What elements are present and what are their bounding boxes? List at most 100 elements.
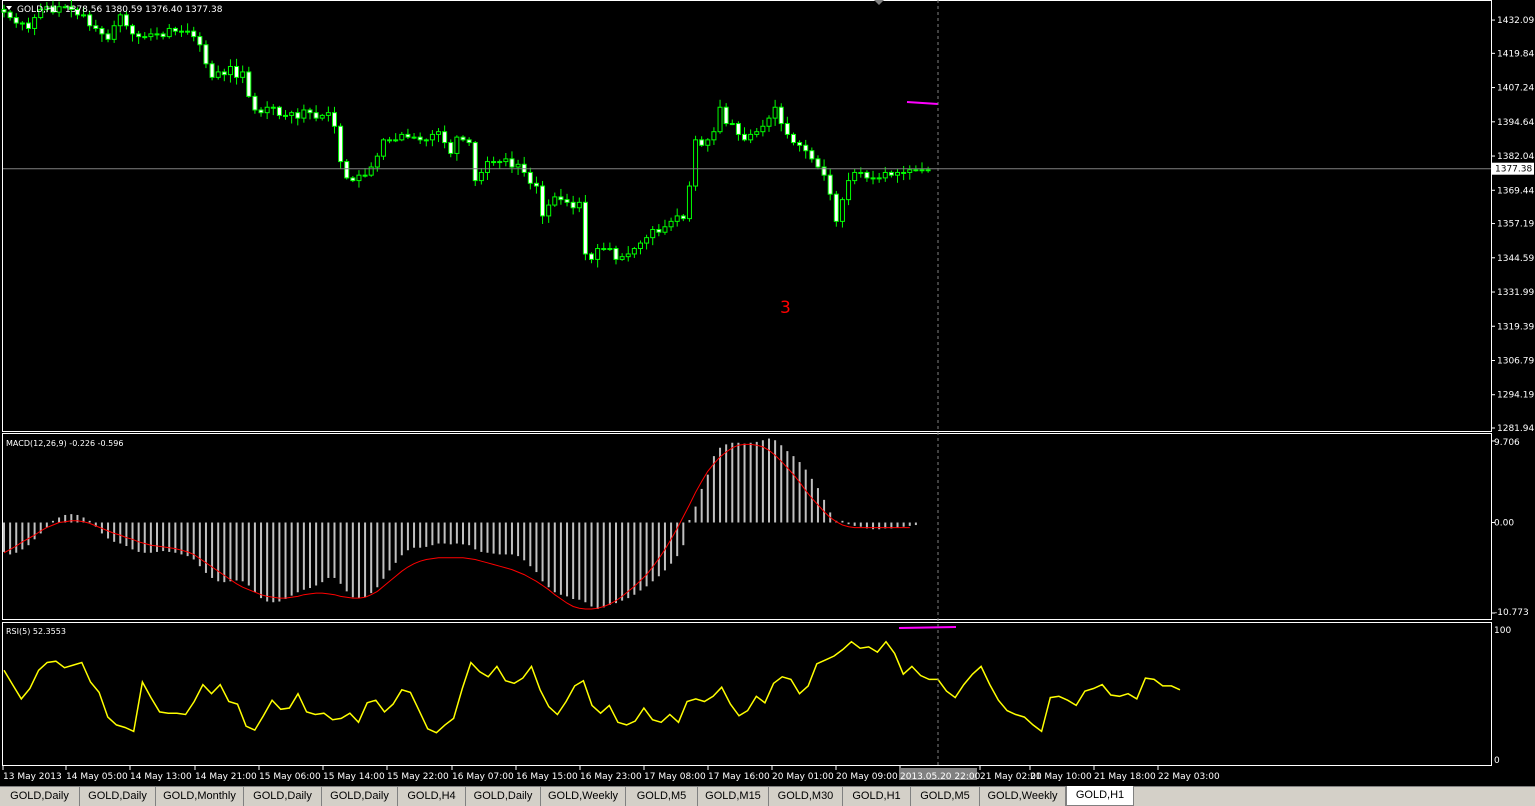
time-tick-label: 14 May 13:00 [130,772,192,782]
rsi-label: RSI(5) 52.3553 [6,627,66,636]
candle-body [601,248,607,251]
candle-body [693,139,699,187]
candle-body [7,11,13,19]
candle-body [546,204,552,217]
candle-body [197,36,203,46]
current-price-label: 1377.38 [1495,165,1532,175]
chart-tab[interactable]: GOLD,Monthly [156,787,244,806]
price-tick-label: 1394.64 [1497,118,1534,128]
time-tick-label: 20 May 09:00 [836,772,898,782]
chart-canvas[interactable]: 1432.09 1419.84 1407.24 1394.64 1382.04 1369.… [0,0,1535,786]
candle-body [99,27,105,35]
candle-body [405,133,411,138]
candle-body [839,199,845,222]
candle-body [870,177,876,180]
chart-tab[interactable]: GOLD,M15 [698,787,769,806]
candle-body [846,180,852,201]
candle-body [313,112,319,119]
price-tick-label: 1281.94 [1497,424,1534,434]
candle-body [711,131,717,141]
chart-tab[interactable]: GOLD,H4 [398,787,466,806]
candle-body [760,125,766,133]
candle-body [919,169,925,172]
price-tick-label: 1319.39 [1497,322,1534,332]
candle-body [595,248,601,260]
candle-body [276,106,282,116]
candle-body [240,71,246,78]
candle [472,141,478,187]
candle-body [234,65,240,78]
candle-body [876,177,882,180]
time-tick-label: 17 May 08:00 [644,772,706,782]
candle-body [625,253,631,258]
candle-body [509,158,515,168]
candle-body [656,229,662,233]
chart-symbol: GOLD,H1 [17,5,58,15]
candle-body [650,229,656,239]
candle-body [472,142,478,182]
candle-body [705,139,711,146]
rsi-tick-label: 100 [1494,626,1511,636]
chart-tab[interactable]: GOLD,Weekly [541,787,626,806]
candle-body [797,142,803,146]
time-tick-label: 14 May 21:00 [195,772,257,782]
chart-tab[interactable]: GOLD,Daily [466,787,541,806]
candle-body [19,22,25,25]
candle-body [319,114,325,119]
candle-body [790,133,796,144]
candle-body [564,199,570,203]
time-tick-label: 16 May 15:00 [516,772,578,782]
chart-tab[interactable]: GOLD,Weekly [980,787,1066,806]
candle-body [735,123,741,135]
magenta-marker-rsi [898,626,957,629]
candle-body [852,171,858,182]
chart-tab[interactable]: GOLD,M5 [911,787,980,806]
candle-body [570,201,576,209]
candle-body [540,185,546,217]
candle-body [589,253,595,260]
chart-tab[interactable]: GOLD,Daily [80,787,156,806]
candle-body [429,133,435,141]
candle-body [442,131,448,144]
chart-tab[interactable]: GOLD,Daily [0,787,80,806]
chart-tab[interactable]: GOLD,H1 [1066,786,1134,806]
chart-tab[interactable]: GOLD,M5 [626,787,698,806]
chart-tab[interactable]: GOLD,M30 [769,787,843,806]
candle-body [203,44,209,65]
candle-body [393,139,399,142]
candle-body [907,169,913,173]
time-tick-label: 21 May 10:00 [1030,772,1092,782]
macd-label: MACD(12,26,9) -0.226 -0.596 [6,439,123,448]
candle-body [809,150,815,160]
candle [693,135,699,191]
price-tick-label: 1432.09 [1497,16,1534,26]
price-tick-label: 1407.24 [1497,84,1534,94]
candle-body [478,171,484,182]
chart-tab[interactable]: GOLD,H1 [843,787,911,806]
candle-body [888,171,894,176]
candle-body [882,171,888,179]
candle-body [191,30,197,38]
candle-body [1,8,7,13]
candle-body [344,161,350,179]
chart-tab[interactable]: GOLD,Daily [322,787,398,806]
candle-body [289,112,295,116]
time-tick-label: 15 May 14:00 [323,772,385,782]
candle-body [111,25,117,40]
candle-body [515,163,521,168]
macd-tick-label: -10.773 [1494,608,1529,618]
candle-body [130,25,136,35]
candle-body [172,27,178,32]
candle-body [295,112,301,119]
chart-tab[interactable]: GOLD,Daily [244,787,322,806]
candle-body [283,114,289,117]
time-tick-label: 13 May 2013 [3,772,62,782]
candle-body [362,174,368,177]
time-tick-label: 17 May 16:00 [708,772,770,782]
candle-body [925,169,931,172]
candle-body [527,171,533,184]
macd-tick-label: 9.706 [1494,438,1520,448]
candle [380,138,386,160]
candle-body [686,185,692,220]
candle-body [582,201,588,255]
